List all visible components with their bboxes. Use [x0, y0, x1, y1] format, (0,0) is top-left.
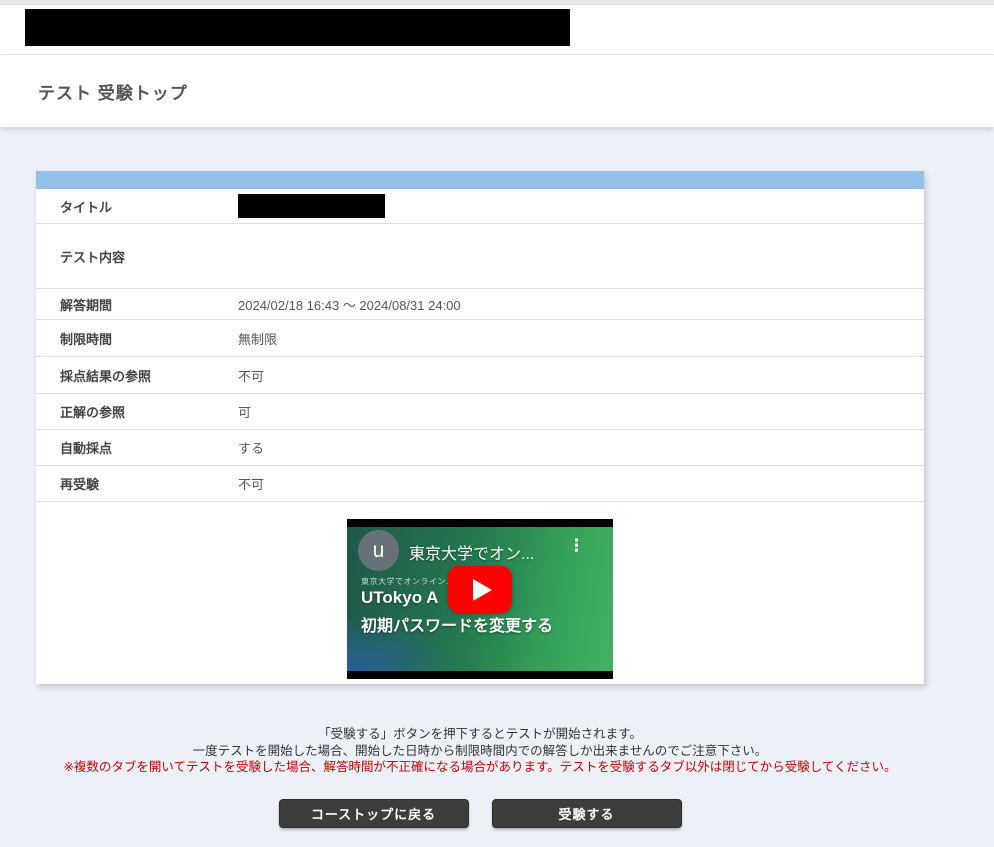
row-value-retake: 不可 — [238, 474, 924, 493]
row-value-title — [238, 194, 924, 218]
table-row-video: u 東京大学でオン... ⋮ 東京大学でオンライン... UTokyo A 初期… — [36, 502, 924, 684]
row-value-period: 2024/02/18 16:43 ～ 2024/08/31 24:00 — [238, 295, 924, 314]
table-row: タイトル — [36, 189, 924, 224]
video-title-link[interactable]: 東京大学でオン... — [409, 540, 534, 564]
thumbnail-text-line2: 初期パスワードを変更する — [361, 612, 553, 636]
row-label-content: テスト内容 — [36, 247, 238, 266]
play-icon — [473, 579, 492, 601]
row-value-time-limit: 無制限 — [238, 329, 924, 348]
back-to-course-top-button[interactable]: コーストップに戻る — [279, 799, 469, 828]
table-row: テスト内容 — [36, 224, 924, 289]
redacted-site-banner — [25, 9, 570, 46]
row-label-time-limit: 制限時間 — [36, 329, 238, 348]
youtube-play-button[interactable] — [448, 566, 512, 613]
row-value-answer-view: 可 — [238, 402, 924, 421]
main-content: タイトル テスト内容 解答期間 2024/02/18 16:43 ～ 2024/… — [0, 127, 994, 828]
note-line-1: 「受験する」ボタンを押下するとテストが開始されます。 — [0, 726, 960, 743]
table-row: 再受験 不可 — [36, 466, 924, 502]
note-line-2: 一度テストを開始した場合、開始した日時から制限時間内での解答しか出来ませんのでご… — [0, 743, 960, 760]
row-label-answer-view: 正解の参照 — [36, 402, 238, 421]
row-value-auto-grading: する — [238, 438, 924, 457]
table-row: 正解の参照 可 — [36, 394, 924, 430]
row-value-score-view: 不可 — [238, 366, 924, 385]
row-label-retake: 再受験 — [36, 474, 238, 493]
row-label-period: 解答期間 — [36, 295, 238, 314]
table-row: 採点結果の参照 不可 — [36, 357, 924, 394]
test-info-table: タイトル テスト内容 解答期間 2024/02/18 16:43 ～ 2024/… — [36, 171, 924, 684]
note-warning: ※複数のタブを開いてテストを受験した場合、解答時間が不正確になる場合があります。… — [0, 759, 960, 776]
page-header: テスト 受験トップ — [0, 55, 994, 127]
row-label-auto-grading: 自動採点 — [36, 438, 238, 457]
table-row: 制限時間 無制限 — [36, 320, 924, 357]
row-label-title: タイトル — [36, 197, 238, 216]
thumbnail-text-line1: UTokyo A — [361, 588, 438, 608]
page-title: テスト 受験トップ — [38, 79, 188, 104]
row-label-score-view: 採点結果の参照 — [36, 366, 238, 385]
thumbnail-small-text: 東京大学でオンライン... — [361, 576, 454, 587]
table-row: 解答期間 2024/02/18 16:43 ～ 2024/08/31 24:00 — [36, 289, 924, 320]
site-masthead — [0, 5, 994, 55]
channel-avatar[interactable]: u — [358, 530, 399, 571]
youtube-embed[interactable]: u 東京大学でオン... ⋮ 東京大学でオンライン... UTokyo A 初期… — [347, 519, 613, 679]
table-row: 自動採点 する — [36, 430, 924, 466]
kebab-menu-icon[interactable]: ⋮ — [568, 537, 585, 554]
footer-notes: 「受験する」ボタンを押下するとテストが開始されます。 一度テストを開始した場合、… — [0, 726, 960, 828]
take-test-button[interactable]: 受験する — [492, 799, 682, 828]
table-header-bar — [36, 171, 924, 189]
redacted-test-title — [238, 194, 385, 218]
action-buttons: コーストップに戻る 受験する — [0, 799, 960, 828]
